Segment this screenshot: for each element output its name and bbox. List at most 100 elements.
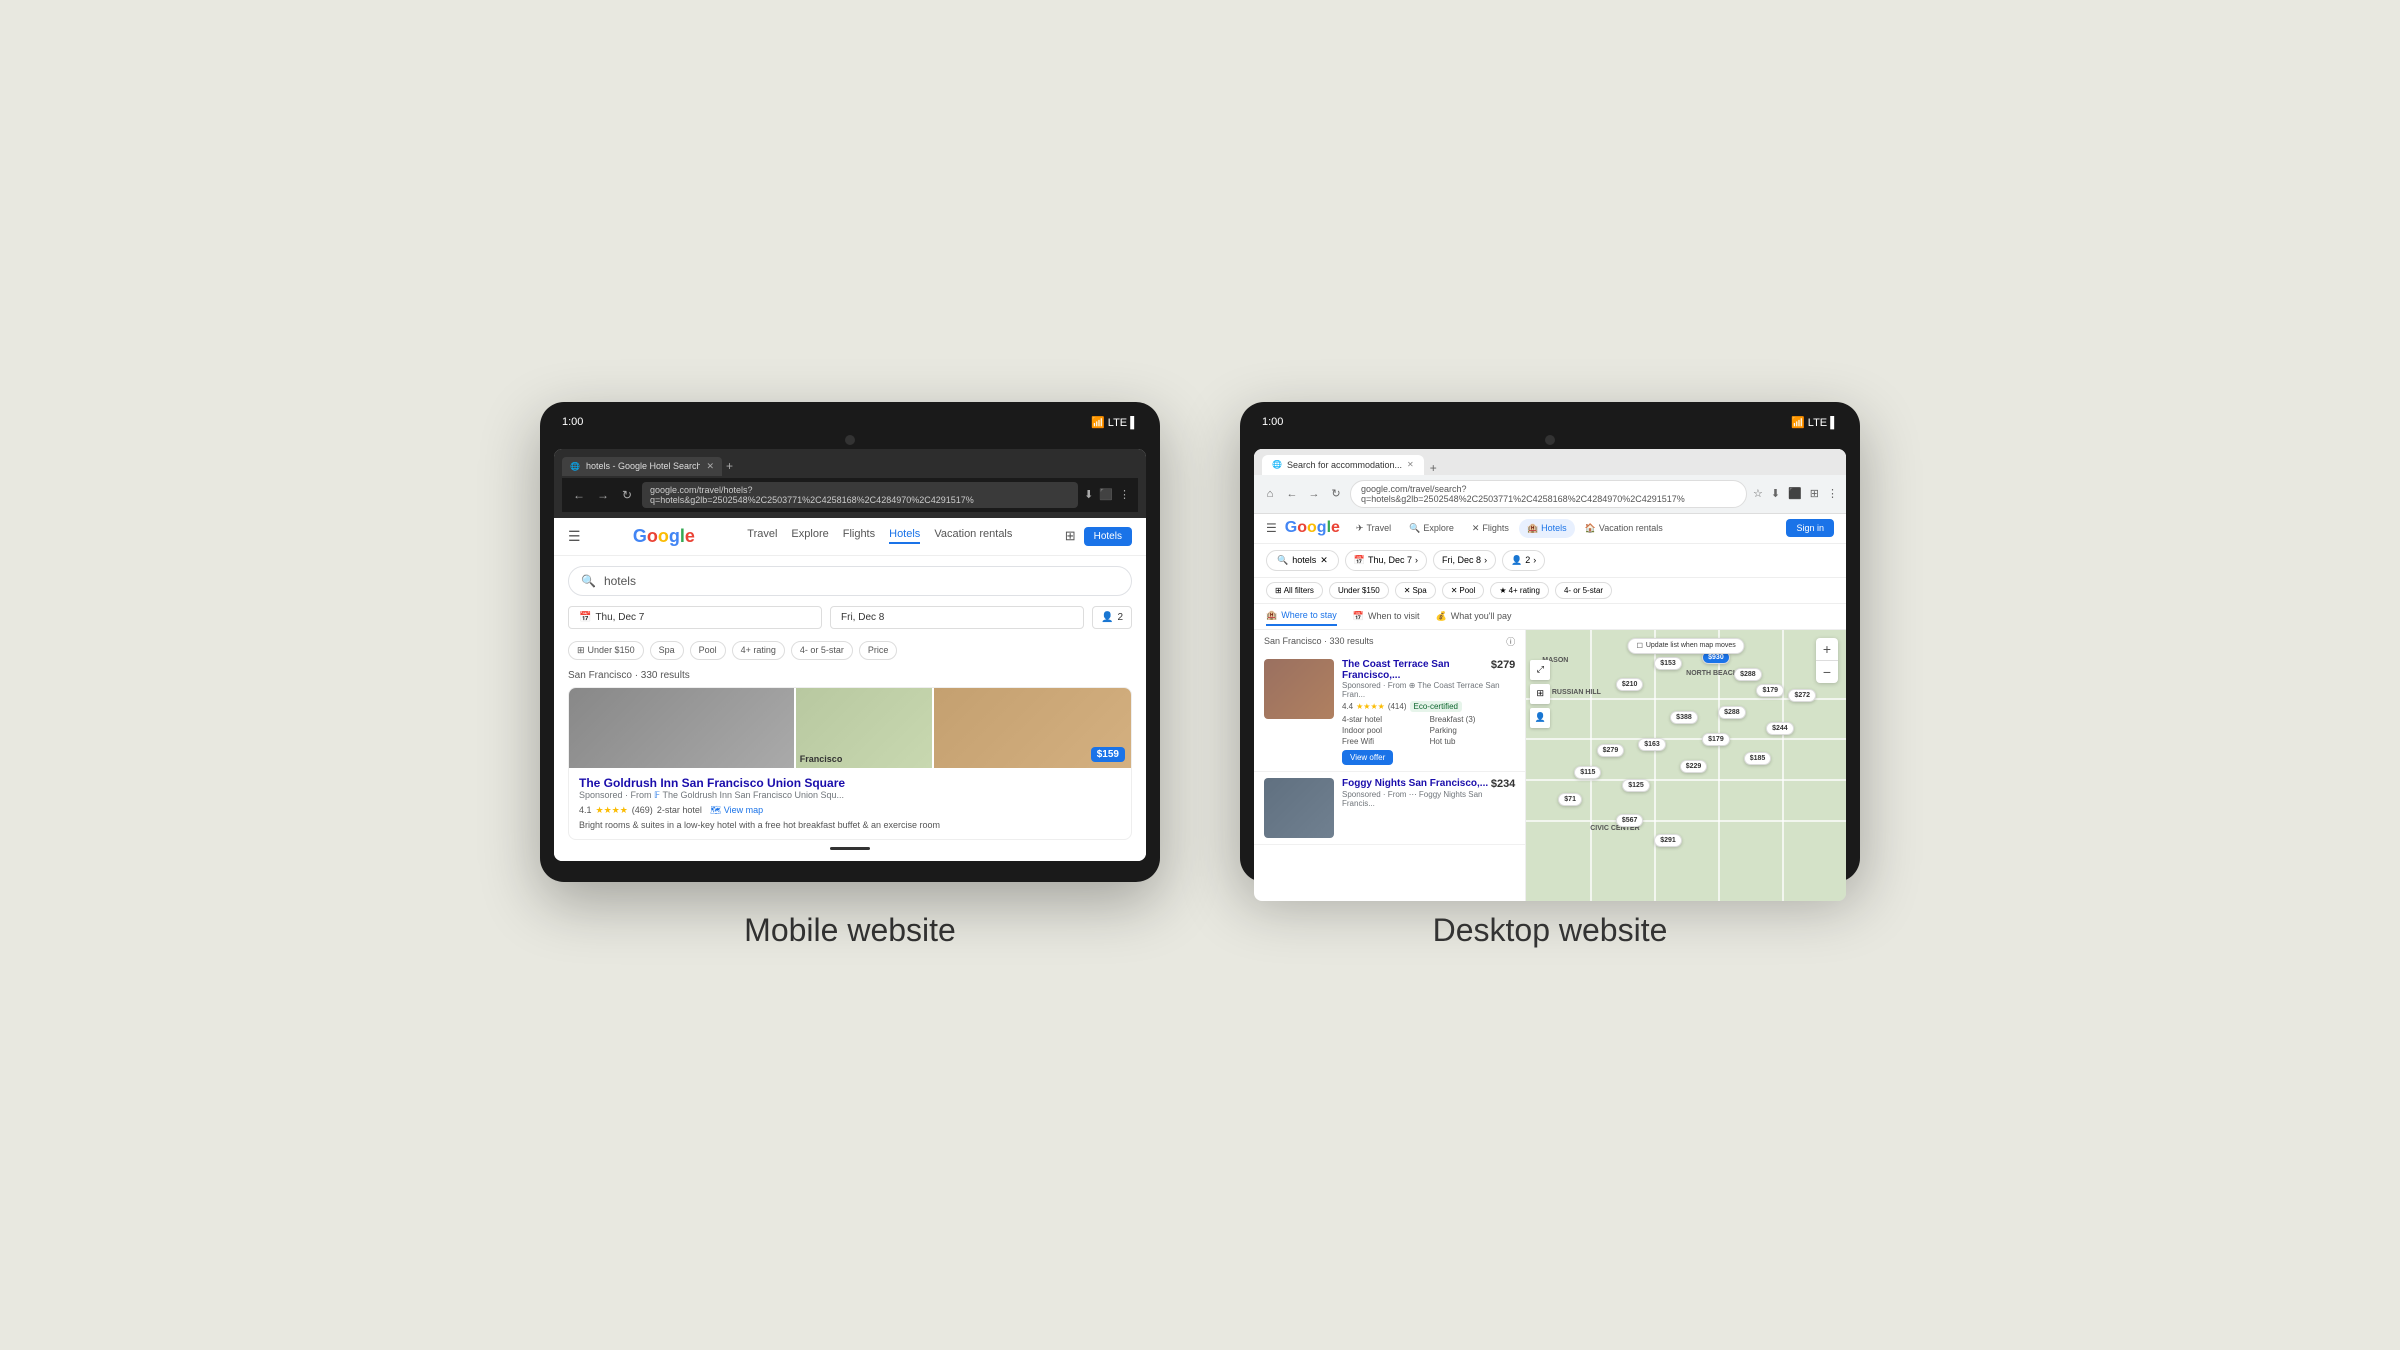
mobile-new-tab-button[interactable]: + xyxy=(726,459,733,473)
mobile-nav-travel[interactable]: Travel xyxy=(747,528,777,544)
desktop-map-person-icon[interactable]: 👤 xyxy=(1530,708,1550,728)
desktop-hamburger-icon[interactable]: ☰ xyxy=(1266,521,1277,535)
desktop-filter-pool[interactable]: ✕ Pool xyxy=(1442,582,1485,599)
desktop-tab-close-icon[interactable]: ✕ xyxy=(1407,460,1414,469)
desktop-hotel-1-title[interactable]: The Coast Terrace San Francisco,... xyxy=(1342,659,1491,681)
mobile-cast-icon[interactable]: ⬛ xyxy=(1099,488,1113,501)
map-pin-71[interactable]: $71 xyxy=(1558,793,1582,806)
desktop-address-input[interactable]: google.com/travel/search?q=hotels&g2lb=2… xyxy=(1350,480,1747,508)
desktop-checkout-pill[interactable]: Fri, Dec 8 › xyxy=(1433,550,1496,570)
desktop-refresh-button[interactable]: ↻ xyxy=(1328,487,1344,500)
desktop-nav-vacation[interactable]: 🏠 Vacation rentals xyxy=(1577,519,1671,538)
desktop-hotel-result-1[interactable]: The Coast Terrace San Francisco,... $279… xyxy=(1254,653,1525,772)
mobile-filter-chip-0[interactable]: ⊞ Under $150 xyxy=(568,641,644,660)
desktop-hotel-2-title[interactable]: Foggy Nights San Francisco,... xyxy=(1342,778,1488,789)
mobile-nav-hotels[interactable]: Hotels xyxy=(889,528,920,544)
desktop-where-to-stay-tab[interactable]: 🏨 Where to stay xyxy=(1266,607,1337,626)
desktop-filter-stars[interactable]: 4- or 5-star xyxy=(1555,582,1612,599)
mobile-forward-button[interactable]: → xyxy=(594,488,612,502)
map-pin-210[interactable]: $210 xyxy=(1616,678,1644,691)
desktop-map-update-button[interactable]: ☐ Update list when map moves xyxy=(1628,638,1745,654)
mobile-status-bar: 1:00 📶 LTE ▌ xyxy=(554,416,1146,435)
desktop-filter-all[interactable]: ⊞ All filters xyxy=(1266,582,1323,599)
map-pin-153[interactable]: $153 xyxy=(1654,657,1682,670)
desktop-guest-pill[interactable]: 👤 2 › xyxy=(1502,550,1545,571)
map-pin-115[interactable]: $115 xyxy=(1574,766,1601,779)
desktop-results-info-icon[interactable]: ⓘ xyxy=(1506,635,1515,648)
mobile-hotel-card[interactable]: Francisco $159 The Goldrush Inn San Fran… xyxy=(568,687,1132,841)
desktop-browser-icons: ☆ ⬇ ⬛ ⊞ ⋮ xyxy=(1753,487,1838,500)
mobile-guest-pill[interactable]: 👤 2 xyxy=(1092,606,1132,629)
desktop-filter-spa[interactable]: ✕ Spa xyxy=(1395,582,1436,599)
map-pin-567[interactable]: $567 xyxy=(1616,814,1644,827)
desktop-map-layers-icon[interactable]: ⊞ xyxy=(1530,684,1550,704)
desktop-hotel-1-price: $279 xyxy=(1491,659,1515,671)
mobile-checkout-pill[interactable]: Fri, Dec 8 xyxy=(830,606,1084,629)
desktop-nav-hotels[interactable]: 🏨 Hotels xyxy=(1519,519,1575,538)
mobile-sign-in-button[interactable]: Hotels xyxy=(1084,527,1132,546)
mobile-filter-chip-5[interactable]: Price xyxy=(859,641,898,660)
desktop-apps-icon[interactable]: ⊞ xyxy=(1810,487,1819,500)
map-pin-163[interactable]: $163 xyxy=(1638,738,1666,751)
map-pin-179a[interactable]: $179 xyxy=(1756,684,1784,697)
desktop-menu-icon[interactable]: ⋮ xyxy=(1827,487,1838,500)
desktop-map-zoom-out-button[interactable]: − xyxy=(1816,661,1838,683)
mobile-checkin-pill[interactable]: 📅 Thu, Dec 7 xyxy=(568,606,822,629)
mobile-back-button[interactable]: ← xyxy=(570,488,588,502)
mobile-filter-chip-2[interactable]: Pool xyxy=(690,641,726,660)
desktop-when-to-visit-tab[interactable]: 📅 When to visit xyxy=(1353,607,1420,626)
desktop-filter-star-icon: ★ xyxy=(1499,586,1506,595)
map-pin-291[interactable]: $291 xyxy=(1654,834,1682,847)
desktop-sign-in-button[interactable]: Sign in xyxy=(1786,519,1834,537)
mobile-address-input[interactable]: google.com/travel/hotels?q=hotels&g2lb=2… xyxy=(642,482,1078,508)
mobile-search-box[interactable]: 🔍 hotels xyxy=(568,566,1132,596)
mobile-filter-chip-1[interactable]: Spa xyxy=(650,641,684,660)
desktop-search-pill[interactable]: 🔍 hotels ✕ xyxy=(1266,550,1339,571)
mobile-checkout-date: Fri, Dec 8 xyxy=(841,612,884,623)
desktop-forward-button[interactable]: → xyxy=(1306,488,1322,500)
map-pin-288b[interactable]: $288 xyxy=(1718,706,1746,719)
desktop-back-button[interactable]: ← xyxy=(1284,488,1300,500)
mobile-hotel-name[interactable]: The Goldrush Inn San Francisco Union Squ… xyxy=(579,776,1121,790)
desktop-nav-flights[interactable]: ✕ Flights xyxy=(1464,519,1517,538)
map-pin-388[interactable]: $388 xyxy=(1670,711,1698,724)
map-pin-229[interactable]: $229 xyxy=(1680,760,1708,773)
map-pin-272[interactable]: $272 xyxy=(1788,689,1816,702)
desktop-filter-rating[interactable]: ★ 4+ rating xyxy=(1490,582,1549,599)
map-pin-179b[interactable]: $179 xyxy=(1702,733,1730,746)
mobile-nav-vacation[interactable]: Vacation rentals xyxy=(934,528,1012,544)
mobile-active-tab[interactable]: 🌐 hotels - Google Hotel Search ✕ xyxy=(562,457,722,476)
desktop-checkin-pill[interactable]: 📅 Thu, Dec 7 › xyxy=(1345,550,1427,571)
mobile-menu-icon[interactable]: ⋮ xyxy=(1119,488,1130,501)
mobile-tab-close-icon[interactable]: ✕ xyxy=(706,461,714,472)
mobile-hamburger-icon[interactable]: ☰ xyxy=(568,528,581,545)
map-pin-185[interactable]: $185 xyxy=(1744,752,1772,765)
desktop-home-button[interactable]: ⌂ xyxy=(1262,488,1278,500)
desktop-bookmark-icon[interactable]: ☆ xyxy=(1753,487,1763,500)
map-pin-244[interactable]: $244 xyxy=(1766,722,1794,735)
desktop-map-fullscreen-icon[interactable]: ⤢ xyxy=(1530,660,1550,680)
mobile-nav-explore[interactable]: Explore xyxy=(791,528,828,544)
desktop-active-tab[interactable]: 🌐 Search for accommodation... ✕ xyxy=(1262,455,1424,475)
mobile-filter-chip-3[interactable]: 4+ rating xyxy=(732,641,785,660)
desktop-search-clear-icon[interactable]: ✕ xyxy=(1320,555,1328,566)
desktop-download-icon[interactable]: ⬇ xyxy=(1771,487,1780,500)
desktop-filter-price[interactable]: Under $150 xyxy=(1329,582,1389,599)
desktop-map-zoom-in-button[interactable]: + xyxy=(1816,638,1838,660)
desktop-new-tab-button[interactable]: + xyxy=(1426,461,1441,475)
desktop-what-youll-pay-tab[interactable]: 💰 What you'll pay xyxy=(1436,607,1512,626)
desktop-nav-travel[interactable]: ✈ Travel xyxy=(1348,519,1399,538)
mobile-apps-icon[interactable]: ⊞ xyxy=(1065,528,1076,544)
map-pin-279[interactable]: $279 xyxy=(1597,744,1625,757)
desktop-hotel-result-2[interactable]: Foggy Nights San Francisco,... $234 Spon… xyxy=(1254,772,1525,845)
mobile-filter-chip-4[interactable]: 4- or 5-star xyxy=(791,641,853,660)
desktop-hotel-1-view-offer[interactable]: View offer xyxy=(1342,750,1393,765)
mobile-refresh-button[interactable]: ↻ xyxy=(618,488,636,502)
map-pin-125[interactable]: $125 xyxy=(1622,779,1650,792)
mobile-nav-flights[interactable]: Flights xyxy=(843,528,875,544)
mobile-view-map-link[interactable]: 🗺 View map xyxy=(710,805,763,816)
mobile-download-icon[interactable]: ⬇ xyxy=(1084,488,1093,501)
desktop-cast-icon[interactable]: ⬛ xyxy=(1788,487,1802,500)
desktop-nav-explore[interactable]: 🔍 Explore xyxy=(1401,519,1462,538)
map-pin-288a[interactable]: $288 xyxy=(1734,668,1762,681)
